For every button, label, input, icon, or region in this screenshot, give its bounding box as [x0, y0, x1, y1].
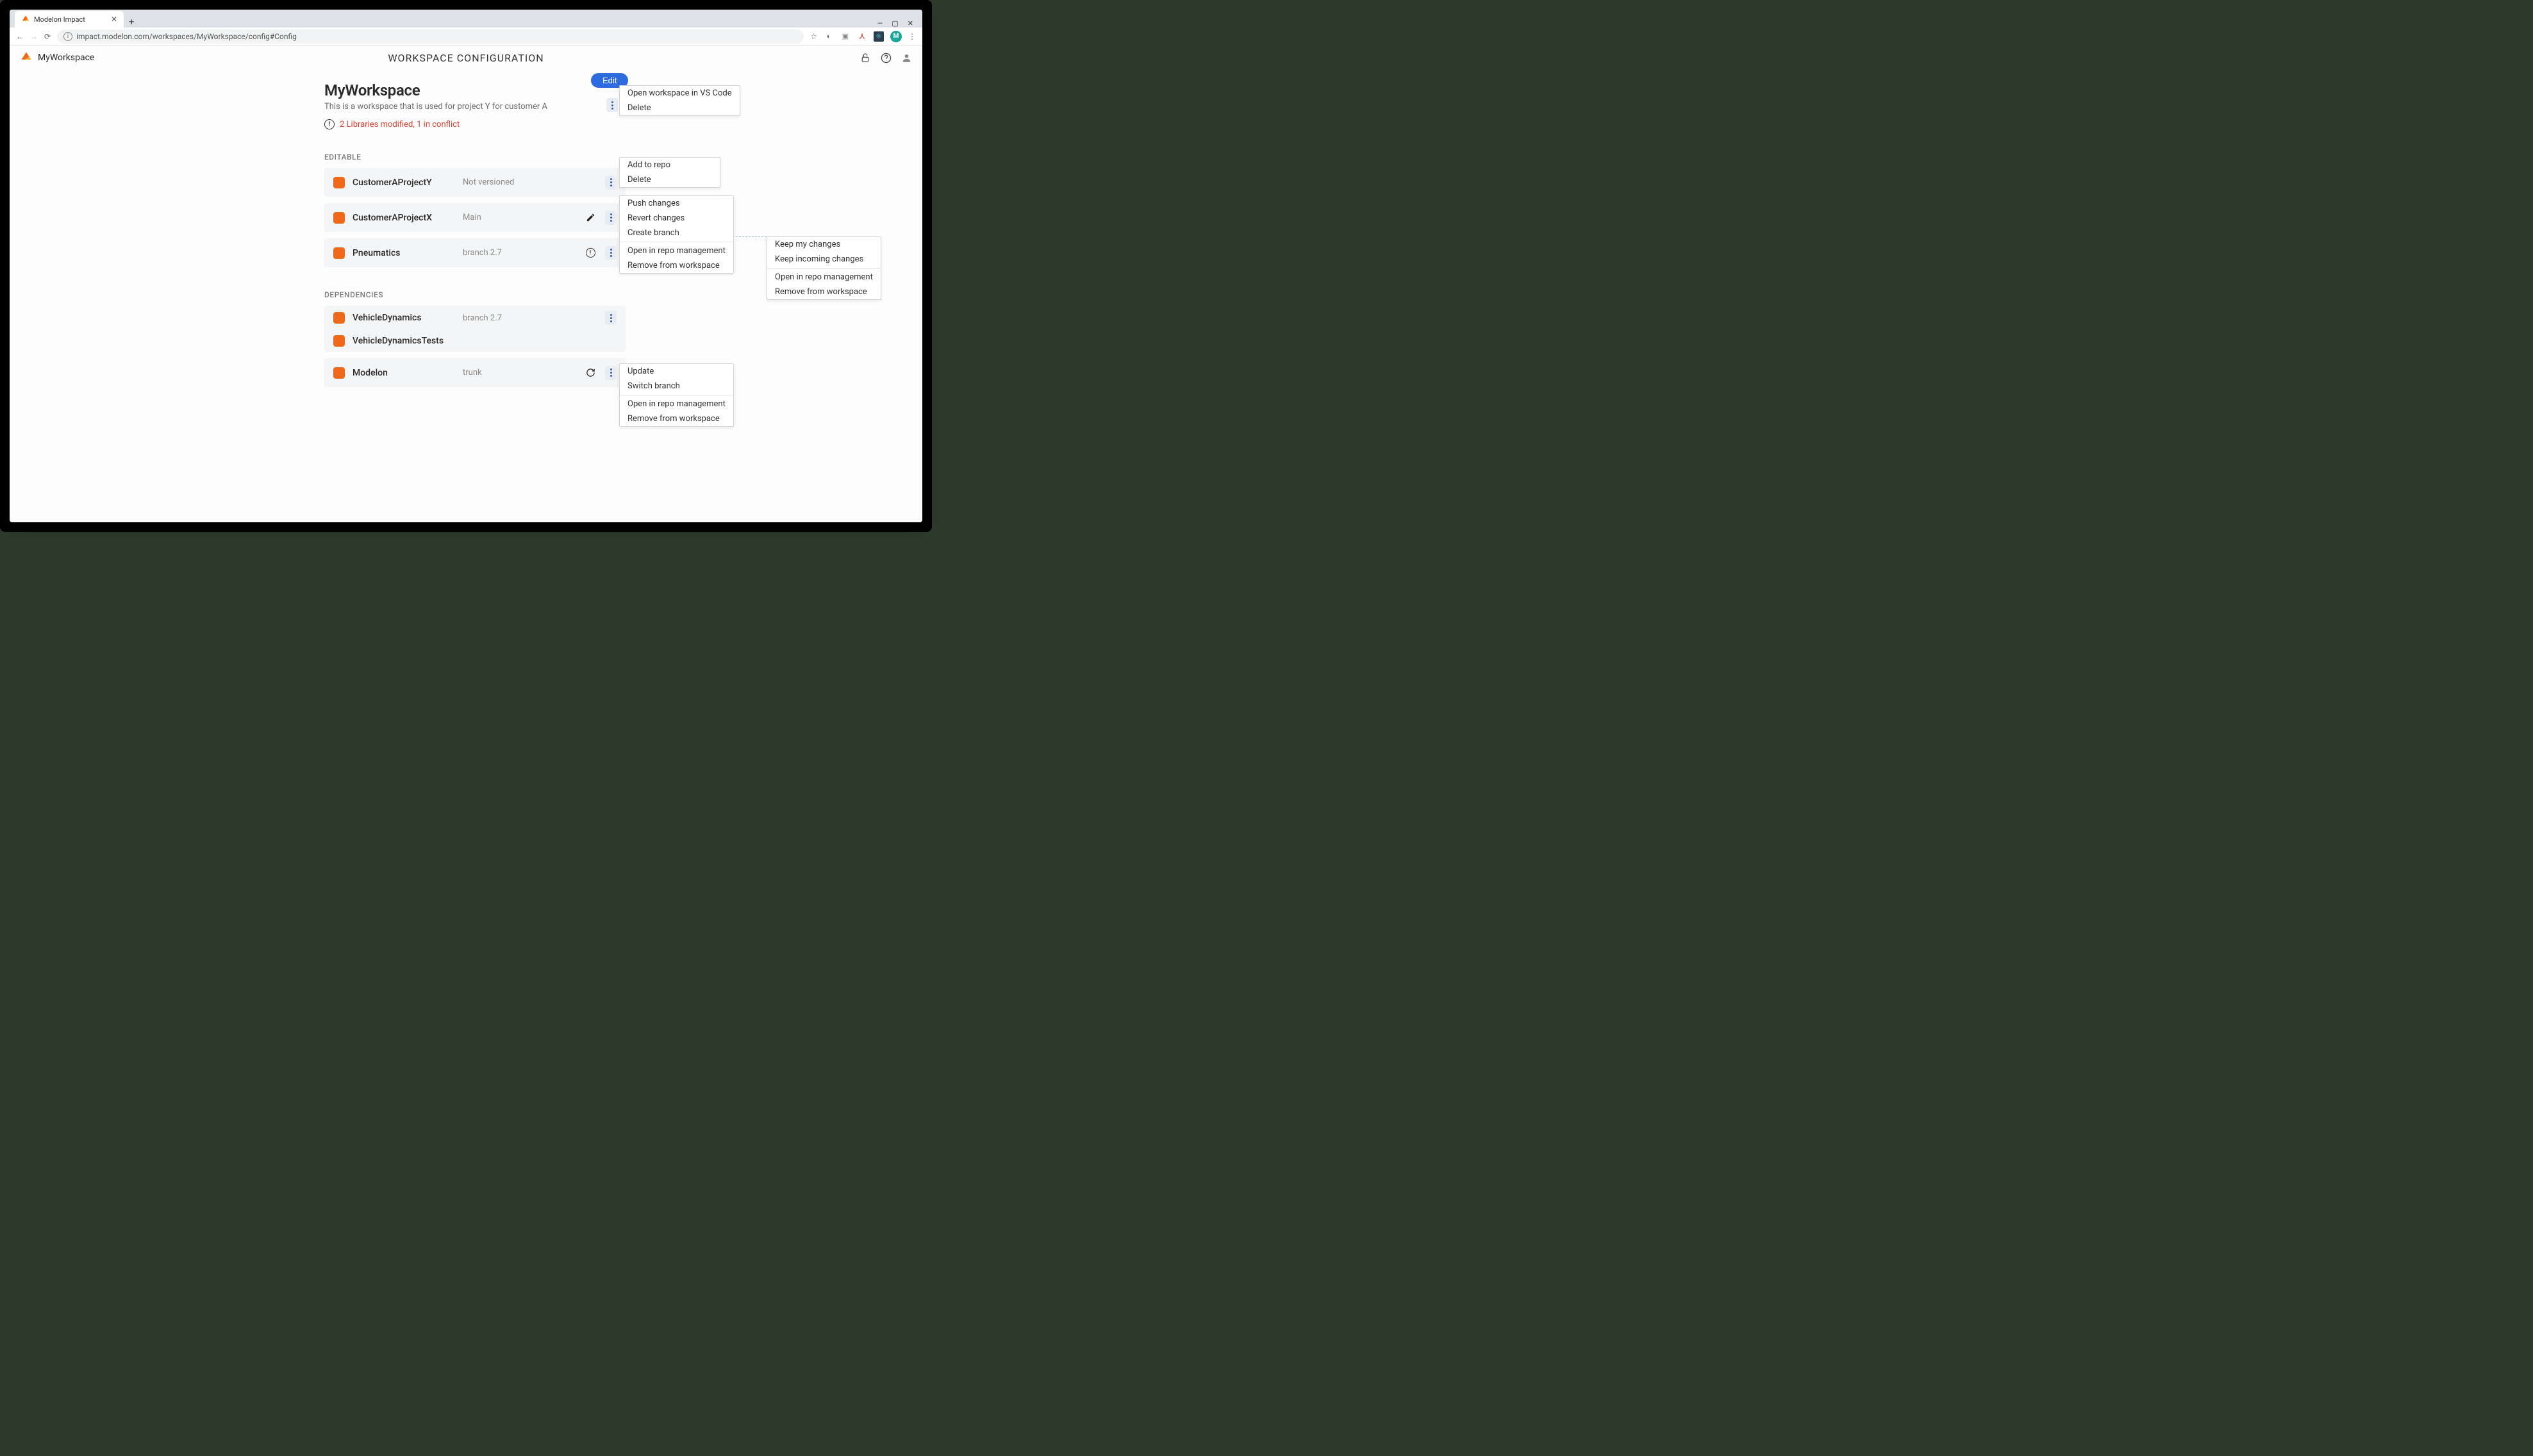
workspace-context-menu: Open workspace in VS Code Delete: [619, 85, 740, 116]
library-icon: [333, 335, 345, 347]
tab-close-icon[interactable]: ✕: [111, 15, 117, 24]
alert-icon: !: [324, 119, 335, 129]
browser-profile-avatar[interactable]: M: [890, 31, 902, 42]
library-menu-button[interactable]: [605, 366, 617, 380]
menu-item-update[interactable]: Update: [620, 364, 733, 379]
browser-tab[interactable]: Modelon Impact ✕: [15, 11, 124, 28]
menu-item-add-to-repo[interactable]: Add to repo: [620, 158, 720, 172]
library-menu-button[interactable]: [605, 211, 617, 225]
menu-item-push-changes[interactable]: Push changes: [620, 196, 733, 211]
menu-item-remove-workspace[interactable]: Remove from workspace: [620, 411, 733, 426]
window-close-icon[interactable]: ✕: [908, 19, 913, 28]
url-text: impact.modelon.com/workspaces/MyWorkspac…: [76, 32, 297, 41]
edit-pencil-icon[interactable]: [583, 211, 597, 225]
modelon-logo-icon[interactable]: [20, 50, 33, 65]
library-name: CustomerAProjectX: [353, 213, 455, 223]
menu-item-create-branch[interactable]: Create branch: [620, 226, 733, 240]
library-name: Pneumatics: [353, 248, 455, 258]
workspace-description: This is a workspace that is used for pro…: [324, 102, 626, 112]
menu-item-keep-my-changes[interactable]: Keep my changes: [767, 237, 881, 252]
user-icon[interactable]: [901, 52, 912, 63]
menu-item-open-repo-mgmt[interactable]: Open in repo management: [767, 270, 881, 285]
library-icon: [333, 312, 345, 324]
menu-item-open-repo-mgmt[interactable]: Open in repo management: [620, 244, 733, 258]
bookmark-star-icon[interactable]: ☆: [810, 32, 817, 41]
nav-back-icon[interactable]: ←: [16, 32, 24, 41]
library-menu-button[interactable]: [605, 176, 617, 190]
extension-icon-3[interactable]: ※: [874, 31, 884, 42]
library-icon: [333, 247, 345, 259]
lock-icon[interactable]: [860, 52, 871, 63]
library-menu-button[interactable]: [605, 246, 617, 260]
workspace-menu-button[interactable]: [606, 98, 618, 112]
window-maximize-icon[interactable]: ▢: [892, 19, 898, 28]
library-name: CustomerAProjectY: [353, 178, 455, 188]
extension-icon-1[interactable]: ◐: [824, 31, 834, 42]
extension-icon-2[interactable]: ▣: [840, 31, 851, 42]
menu-divider: [767, 268, 881, 269]
conflict-warning-icon[interactable]: !: [583, 246, 597, 260]
menu-item-open-vscode[interactable]: Open workspace in VS Code: [620, 86, 740, 101]
library-name: Modelon: [353, 368, 455, 378]
browser-menu-icon[interactable]: ⋮: [908, 32, 916, 41]
dependency-card: VehicleDynamics branch 2.7 VehicleDynami…: [324, 306, 626, 352]
app-header: MyWorkspace WORKSPACE CONFIGURATION: [10, 46, 922, 70]
library-branch: Main: [463, 213, 576, 222]
header-workspace-name[interactable]: MyWorkspace: [38, 53, 94, 63]
extension-icon-pdf[interactable]: 人: [857, 31, 867, 42]
library-icon: [333, 212, 345, 224]
nav-reload-icon[interactable]: ⟳: [44, 32, 51, 41]
modelon-favicon: [21, 14, 30, 25]
dependency-card: Modelon trunk: [324, 358, 626, 387]
menu-item-remove-workspace[interactable]: Remove from workspace: [620, 258, 733, 273]
menu-item-delete[interactable]: Delete: [620, 172, 720, 187]
library-name: VehicleDynamicsTests: [353, 336, 455, 346]
menu-item-open-repo-mgmt[interactable]: Open in repo management: [620, 397, 733, 411]
refresh-icon[interactable]: [583, 366, 597, 380]
library-branch: branch 2.7: [463, 313, 597, 323]
new-tab-button[interactable]: +: [124, 16, 140, 28]
library-card: CustomerAProjectX Main: [324, 203, 626, 232]
browser-address-bar: ← → ⟳ i impact.modelon.com/workspaces/My…: [10, 28, 922, 46]
url-bar[interactable]: i impact.modelon.com/workspaces/MyWorksp…: [57, 29, 804, 44]
site-info-icon[interactable]: i: [63, 32, 72, 41]
dependency-context-menu: Update Switch branch Open in repo manage…: [619, 363, 734, 427]
unversioned-context-menu: Add to repo Delete: [619, 157, 720, 188]
tab-title: Modelon Impact: [34, 15, 107, 24]
nav-forward-icon[interactable]: →: [30, 32, 38, 41]
library-card: CustomerAProjectY Not versioned: [324, 168, 626, 197]
versioned-context-menu: Push changes Revert changes Create branc…: [619, 195, 734, 274]
help-icon[interactable]: [880, 52, 892, 63]
library-name: VehicleDynamics: [353, 313, 455, 323]
library-card: Pneumatics branch 2.7 !: [324, 238, 626, 267]
menu-item-delete[interactable]: Delete: [620, 101, 740, 115]
window-minimize-icon[interactable]: —: [877, 19, 883, 28]
menu-item-remove-workspace[interactable]: Remove from workspace: [767, 285, 881, 299]
browser-tab-bar: Modelon Impact ✕ + — ▢ ✕: [10, 10, 922, 28]
alert-text: 2 Libraries modified, 1 in conflict: [340, 120, 460, 129]
menu-item-revert-changes[interactable]: Revert changes: [620, 211, 733, 226]
dependencies-section-label: DEPENDENCIES: [324, 290, 626, 299]
library-branch: trunk: [463, 368, 576, 377]
editable-section-label: EDITABLE: [324, 153, 626, 161]
library-icon: [333, 367, 345, 379]
conflict-context-menu: Keep my changes Keep incoming changes Op…: [767, 236, 881, 300]
workspace-title: MyWorkspace: [324, 81, 626, 99]
menu-item-switch-branch[interactable]: Switch branch: [620, 379, 733, 393]
menu-item-keep-incoming[interactable]: Keep incoming changes: [767, 252, 881, 267]
library-menu-button[interactable]: [605, 311, 617, 325]
page-title: WORKSPACE CONFIGURATION: [388, 52, 544, 64]
library-icon: [333, 177, 345, 188]
library-branch: Not versioned: [463, 178, 597, 187]
library-branch: branch 2.7: [463, 248, 576, 258]
